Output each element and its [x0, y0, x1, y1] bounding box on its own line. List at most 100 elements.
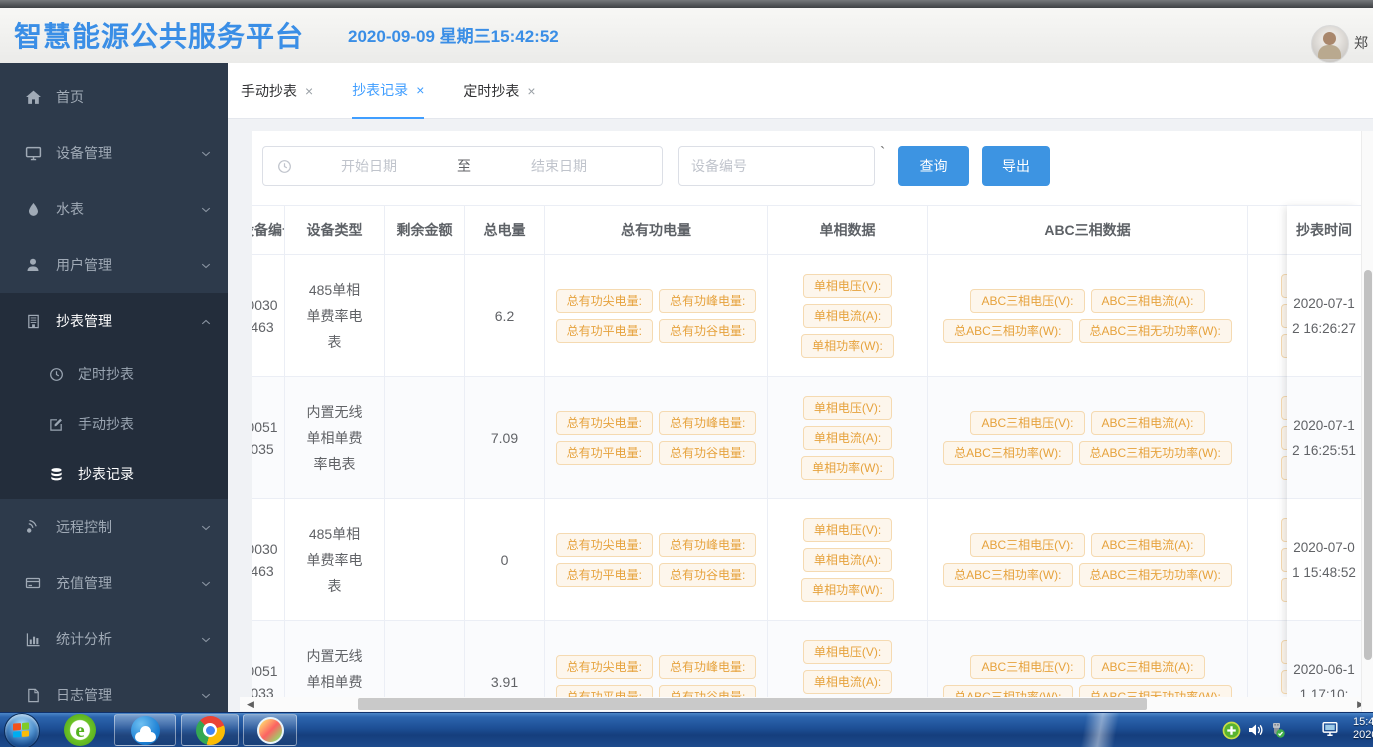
tray-antivirus[interactable] [1222, 721, 1241, 740]
data-tag: 单相电流(A): [803, 548, 892, 572]
cell-device_no: 0030463 [252, 499, 285, 620]
screen: 智慧能源公共服务平台 2020-09-09 星期三15:42:52 郑 首页设备… [0, 0, 1373, 747]
sidebar-item-label: 抄表管理 [56, 311, 112, 331]
data-tag: ABC三相电流(A): [1091, 411, 1205, 435]
tab-close-icon[interactable]: × [305, 83, 313, 99]
sidebar-item-recharge-mgmt[interactable]: 充值管理 [0, 555, 228, 611]
clock-time: 15:42 [1353, 716, 1373, 729]
chevron-down-icon [200, 259, 212, 275]
sidebar-item-stats-analysis[interactable]: 统计分析 [0, 611, 228, 667]
avatar-body [1318, 45, 1341, 59]
vertical-scrollbar-thumb[interactable] [1364, 270, 1372, 660]
tray-network[interactable] [1320, 720, 1341, 739]
column-header-balance: 剩余金额 [385, 206, 465, 254]
tray-volume[interactable] [1247, 721, 1265, 739]
cell-single_phase: 单相电压(V):单相电流(A):单相功率(W): [768, 255, 928, 376]
column-header-three_phase: ABC三相数据 [928, 206, 1248, 254]
cell-device_type: 485单相单费率电表 [285, 255, 385, 376]
data-tag: 总有功平电量: [556, 563, 653, 587]
cell-balance [385, 621, 465, 697]
chevron-up-icon [200, 315, 212, 331]
sidebar-item-meter-reading-mgmt[interactable]: 抄表管理 [0, 293, 228, 349]
cell-active_energy: 总有功尖电量:总有功峰电量:总有功平电量:总有功谷电量: [545, 255, 768, 376]
data-tag: 总ABC三相无功功率(W): [1079, 319, 1232, 343]
chevron-down-icon [200, 689, 212, 705]
fixed-read-time-column: 抄表时间2020-07-12 16:26:272020-07-12 16:25:… [1287, 205, 1361, 697]
single-phase-tags: 单相电压(V):单相电流(A):单相功率(W): [798, 393, 897, 483]
sidebar-item-timed-reading[interactable]: 定时抄表 [0, 349, 228, 399]
horizontal-scrollbar-thumb[interactable] [358, 698, 1147, 710]
data-tag: 总有功尖电量: [556, 533, 653, 557]
chrome-browser[interactable] [181, 714, 239, 746]
chevron-down-icon [200, 203, 212, 219]
user-icon [24, 256, 42, 274]
data-tag: 总ABC三相功率(W): [943, 685, 1072, 698]
data-tag: 总有功谷电量: [659, 319, 756, 343]
cell-device_no: 0030463 [252, 255, 285, 376]
export-button[interactable]: 导出 [982, 146, 1050, 186]
cell-read_time: 2020-07-12 16:25:51 [1287, 377, 1361, 499]
horizontal-scrollbar[interactable]: ◀ ▶ [240, 697, 1373, 711]
photos-app[interactable] [243, 714, 297, 746]
taskbar-clock[interactable]: 15:42 2020/9/9 [1353, 716, 1373, 746]
data-tag: 总有功谷电量: [659, 685, 756, 698]
scroll-left-arrow-icon[interactable]: ◀ [247, 699, 254, 710]
sidebar-item-label: 设备管理 [56, 143, 112, 163]
vertical-scrollbar[interactable] [1361, 131, 1373, 712]
data-tag: 总有功平电量: [556, 441, 653, 465]
sidebar-item-home[interactable]: 首页 [0, 69, 228, 125]
sidebar-item-log-mgmt[interactable]: 日志管理 [0, 667, 228, 712]
cell-read_time: 2020-06-11 17:10: [1287, 621, 1361, 697]
column-header-active_energy: 总有功电量 [545, 206, 768, 254]
sidebar-item-label: 充值管理 [56, 573, 112, 593]
three-phase-tags: ABC三相电压(V):ABC三相电流(A):总ABC三相功率(W):总ABC三相… [933, 408, 1243, 468]
active-energy-tags: 总有功尖电量:总有功峰电量:总有功平电量:总有功谷电量: [549, 530, 763, 590]
cell-balance [385, 377, 465, 498]
active-energy-tags: 总有功尖电量:总有功峰电量:总有功平电量:总有功谷电量: [549, 408, 763, 468]
sidebar-item-label: 用户管理 [56, 255, 112, 275]
sidebar-item-label: 水表 [56, 199, 84, 219]
sidebar-item-device-mgmt[interactable]: 设备管理 [0, 125, 228, 181]
tab-抄表记录[interactable]: 抄表记录× [352, 63, 424, 119]
tab-close-icon[interactable]: × [416, 82, 424, 98]
tab-手动抄表[interactable]: 手动抄表 × [241, 63, 313, 119]
tab-close-icon[interactable]: × [527, 83, 535, 99]
data-tag: 总有功尖电量: [556, 655, 653, 679]
data-tag: 总ABC三相功率(W): [943, 441, 1072, 465]
tab-定时抄表[interactable]: 定时抄表× [463, 63, 535, 119]
data-tag: ABC三相电流(A): [1091, 289, 1205, 313]
cell-total_energy: 7.09 [465, 377, 545, 498]
home-icon [24, 88, 42, 106]
sidebar-item-water-meter[interactable]: 水表 [0, 181, 228, 237]
database-icon [48, 466, 65, 483]
speaker-icon [1247, 721, 1265, 739]
sidebar-item-remote-control[interactable]: 远程控制 [0, 499, 228, 555]
query-button[interactable]: 查询 [898, 146, 969, 186]
data-tag: 总ABC三相无功功率(W): [1079, 441, 1232, 465]
qq-browser[interactable] [114, 714, 176, 746]
sidebar-item-manual-reading[interactable]: 手动抄表 [0, 399, 228, 449]
antivirus-plus-icon [1222, 721, 1241, 740]
start-date-input[interactable] [292, 157, 446, 175]
sidebar-item-user-mgmt[interactable]: 用户管理 [0, 237, 228, 293]
cell-device_type: 内置无线单相单费率电表 [285, 621, 385, 697]
tray-usb[interactable] [1268, 721, 1286, 739]
data-tag: 单相电压(V): [803, 274, 892, 298]
tab-label: 手动抄表 [241, 81, 297, 101]
browser-360[interactable]: e [64, 714, 96, 746]
device-number-input[interactable] [678, 146, 875, 186]
data-tag: 总有功平电量: [556, 319, 653, 343]
data-tag: 单相电压(V): [803, 396, 892, 420]
start-button[interactable] [4, 713, 40, 747]
column-header-single_phase: 单相数据 [768, 206, 928, 254]
cell-active_energy: 总有功尖电量:总有功峰电量:总有功平电量:总有功谷电量: [545, 377, 768, 498]
header-datetime: 2020-09-09 星期三15:42:52 [348, 8, 559, 63]
clock-date: 2020/9/9 [1353, 729, 1373, 742]
date-range-picker[interactable]: 至 [262, 146, 663, 186]
sidebar-item-reading-records[interactable]: 抄表记录 [0, 449, 228, 499]
sidebar-subitem-label: 手动抄表 [78, 414, 134, 434]
qq-browser-icon [131, 716, 160, 745]
user-avatar[interactable] [1311, 25, 1349, 63]
end-date-input[interactable] [482, 157, 636, 175]
cell-single_phase: 单相电压(V):单相电流(A):单相功率(W): [768, 621, 928, 697]
